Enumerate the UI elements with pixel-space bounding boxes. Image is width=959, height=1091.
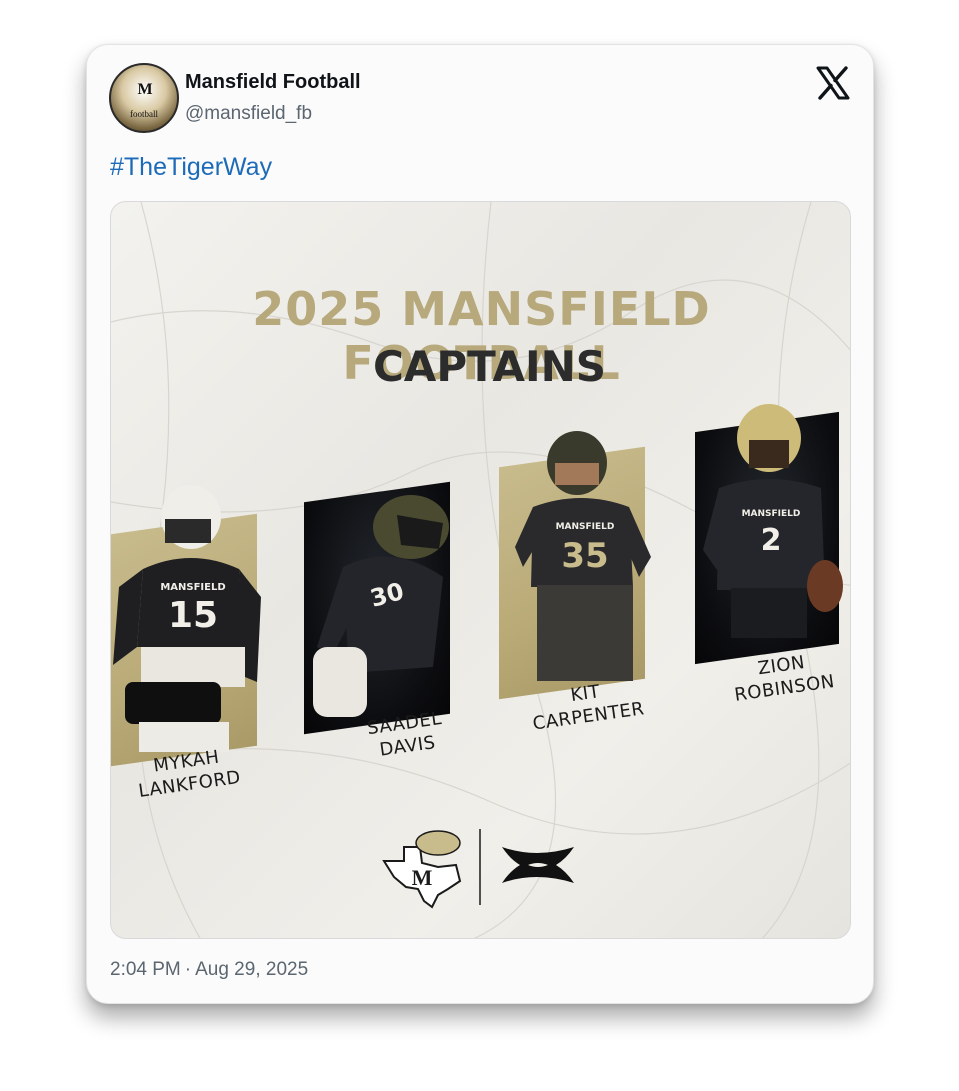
avatar-letter: M xyxy=(137,81,153,98)
hashtag-link[interactable]: #TheTigerWay xyxy=(110,153,272,182)
avatar-caption: football xyxy=(130,109,158,119)
tweet-time: 2:04 PM xyxy=(110,959,181,980)
jersey-number-4: 2 xyxy=(761,523,782,558)
jersey-label-4: MANSFIELD xyxy=(742,509,801,519)
tweet-card[interactable]: M football Mansfield Football @mansfield… xyxy=(86,44,874,1004)
x-logo-icon[interactable] xyxy=(815,65,851,101)
tweet-date: Aug 29, 2025 xyxy=(195,959,309,980)
tweet-image[interactable]: 2025 MANSFIELD FOOTBALL CAPTAINS 15 MANS… xyxy=(110,201,851,939)
jersey-label-1: MANSFIELD xyxy=(160,582,225,593)
tweet-timestamp[interactable]: 2:04 PM · Aug 29, 2025 xyxy=(110,959,308,981)
under-armour-logo-icon xyxy=(502,847,574,883)
graphic-subtitle: CAPTAINS xyxy=(372,342,607,391)
author-name[interactable]: Mansfield Football xyxy=(185,71,361,94)
jersey-number-1: 15 xyxy=(168,595,218,636)
timestamp-separator: · xyxy=(184,959,192,980)
jersey-number-3: 35 xyxy=(561,536,608,576)
player-photo-3: 35 MANSFIELD xyxy=(515,431,651,681)
sponsor-logos: M xyxy=(382,829,574,909)
author-avatar[interactable]: M football xyxy=(109,63,179,133)
logo-letter: M xyxy=(412,865,433,890)
jersey-label-3: MANSFIELD xyxy=(556,522,615,532)
tiger-texas-logo-icon: M xyxy=(382,830,462,909)
player-photo-1: 15 MANSFIELD xyxy=(113,485,261,752)
player-photo-4: 2 MANSFIELD xyxy=(703,404,843,638)
author-handle[interactable]: @mansfield_fb xyxy=(185,103,312,125)
player-photo-2: 30 xyxy=(313,495,449,717)
